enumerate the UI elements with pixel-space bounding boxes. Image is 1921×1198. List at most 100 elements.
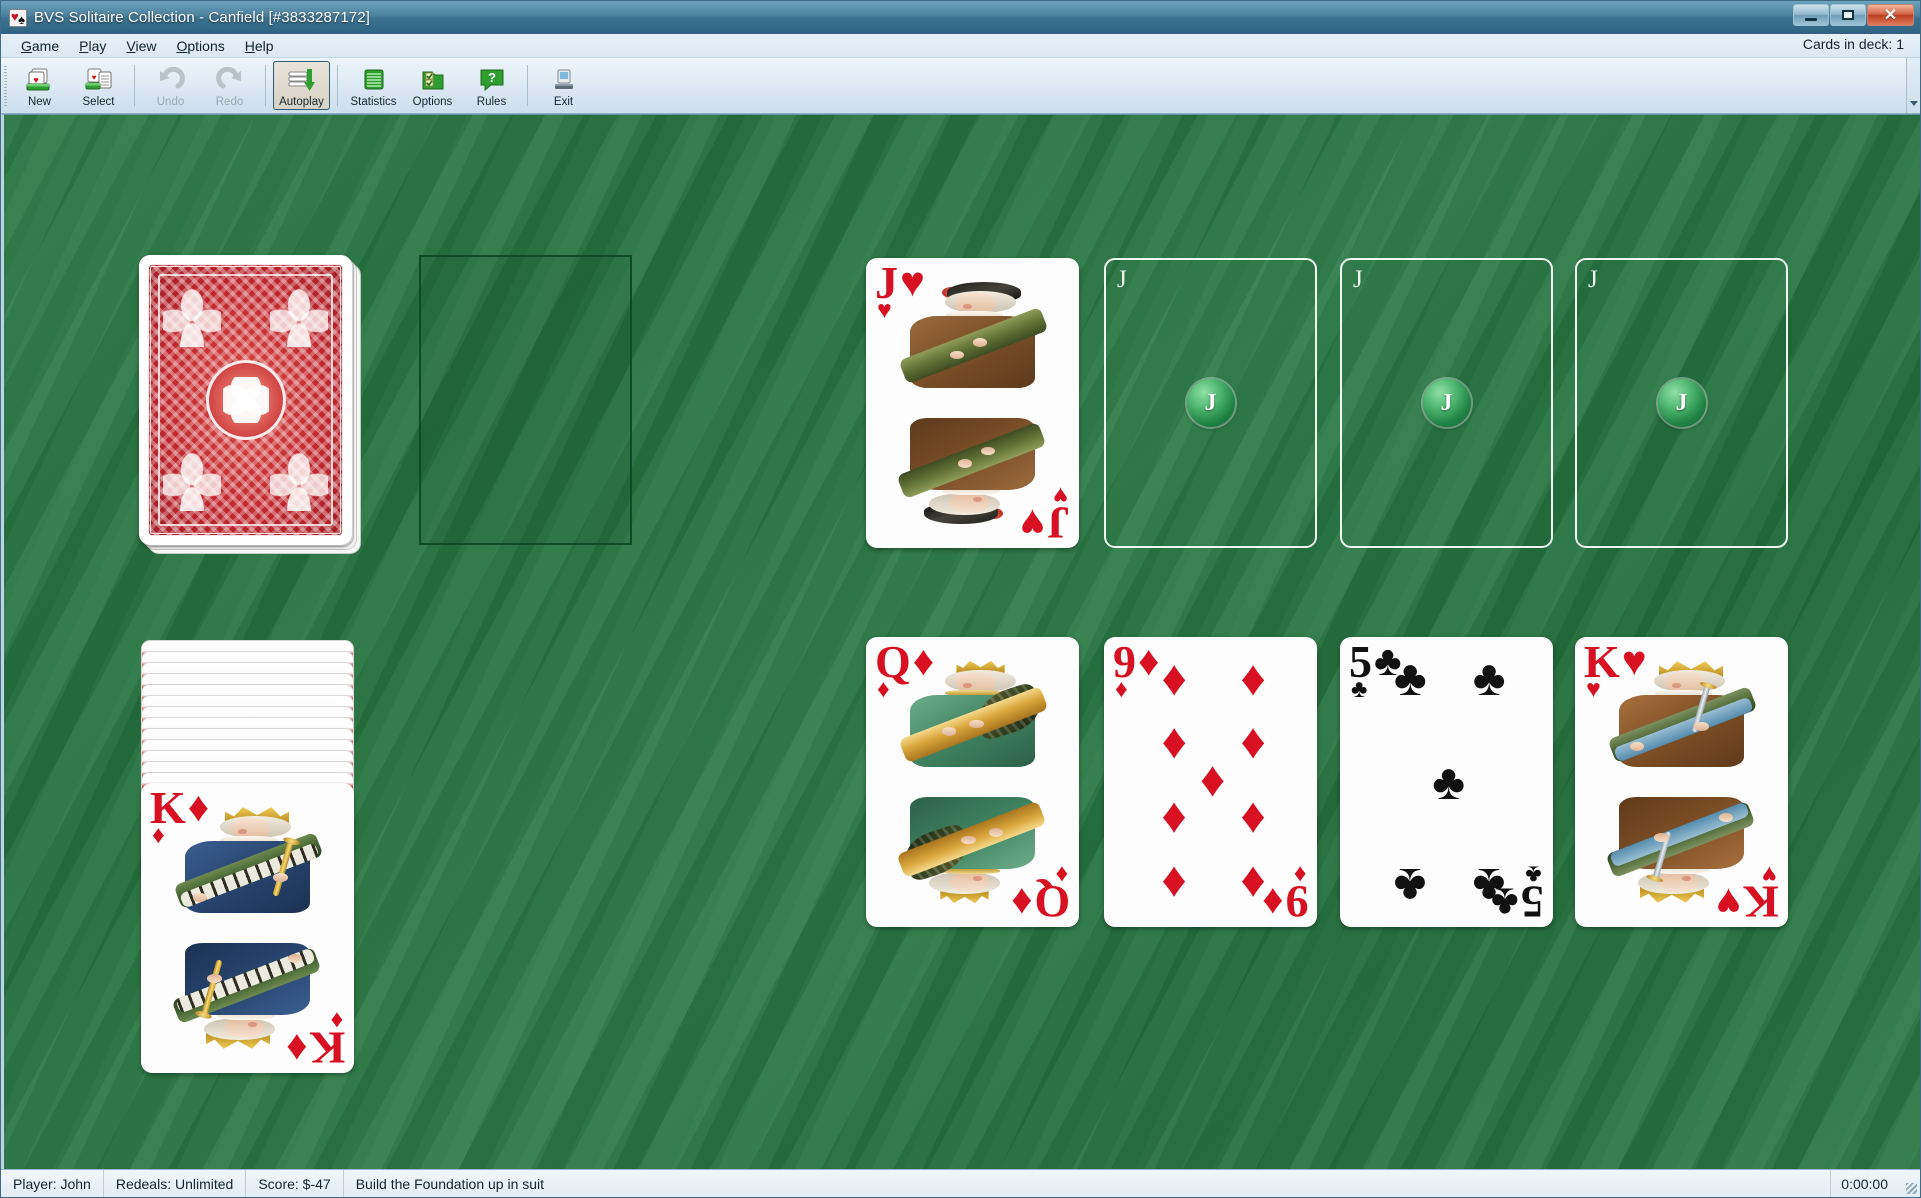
card-back-leaf-tr	[270, 289, 328, 347]
hand-left	[192, 893, 208, 902]
svg-text:♥: ♥	[91, 73, 96, 82]
foundation-pile-2[interactable]: J J	[1104, 258, 1317, 548]
tableau-pile-1[interactable]: Q ♦ ♦ Q ♦ ♦	[866, 637, 1079, 927]
close-button[interactable]: ✕	[1867, 4, 1914, 26]
statistics-button[interactable]: Statistics	[345, 61, 402, 110]
undo-button: Undo	[142, 61, 199, 110]
status-timer: 0:00:00	[1830, 1170, 1902, 1197]
card-corner-bottom-right: 5 ♣ ♣	[1491, 861, 1544, 927]
clubs-suit-icon-small-mirror: ♣	[1525, 861, 1542, 889]
desktop-background: ♥ ♠ BVS Solitaire Collection - Canfield […	[0, 0, 1921, 1198]
new-button[interactable]: ♥ New	[11, 61, 68, 110]
toolbar-overflow-button[interactable]	[1906, 58, 1920, 113]
card-corner-bottom-right: K ♥ ♥	[1716, 861, 1779, 927]
maximize-button[interactable]	[1830, 4, 1866, 26]
diamond-pip: ♦	[1161, 855, 1188, 912]
hand-left-mirror	[988, 828, 1004, 837]
diamond-pip: ♦	[1161, 713, 1188, 770]
reserve-top-card[interactable]: K ♦ ♦ K ♦ ♦	[141, 783, 354, 1073]
status-bar: Player: John Redeals: Unlimited Score: $…	[1, 1169, 1920, 1197]
cheek-mirror	[1681, 875, 1692, 881]
select-game-icon: ♥	[84, 67, 114, 93]
menu-item-game[interactable]: Game	[11, 36, 69, 56]
court-half-top	[167, 803, 328, 928]
select-button[interactable]: ♥ Select	[70, 61, 127, 110]
application-window: ♥ ♠ BVS Solitaire Collection - Canfield […	[0, 0, 1921, 1198]
hearts-suit-icon-mirror: ♥	[1716, 880, 1742, 927]
tableau-pile-3[interactable]: 5 ♣ ♣ ♣ ♣ ♣ ♣ ♣ 5 ♣ ♣	[1340, 637, 1553, 927]
title-bar[interactable]: ♥ ♠ BVS Solitaire Collection - Canfield […	[1, 1, 1920, 34]
card-back-medallion	[205, 360, 286, 440]
window-title: BVS Solitaire Collection - Canfield [#38…	[34, 9, 370, 26]
resize-grip[interactable]	[1902, 1170, 1920, 1197]
king-diamonds-figure	[167, 803, 328, 928]
diamonds-suit-icon-small: ♦	[152, 821, 165, 849]
menu-item-help[interactable]: Help	[235, 36, 284, 56]
club-pip: ♣	[1393, 649, 1427, 706]
diamonds-suit-icon-small-mirror: ♦	[1293, 861, 1306, 889]
card-rank-mirror: J	[1047, 498, 1070, 548]
tableau-pile-2[interactable]: 9 ♦ ♦ ♦ ♦ ♦ ♦ ♦ ♦ ♦ ♦ ♦ 9 ♦ ♦	[1104, 637, 1317, 927]
rules-button-label: Rules	[476, 95, 507, 108]
toolbar: ♥ New ♥ Select Undo Redo Autoplay Statis…	[1, 58, 1920, 114]
foundation-rank-hint-4: J	[1588, 266, 1598, 293]
redo-button-label: Redo	[215, 95, 244, 108]
exit-button[interactable]: Exit	[535, 61, 592, 110]
card-rank-mirror: 9	[1285, 877, 1308, 927]
foundation-pile-1[interactable]: J ♥ ♥ J ♥ ♥	[866, 258, 1079, 548]
card-rank-mirror: K	[309, 1023, 345, 1073]
window-controls: ✕	[1793, 4, 1914, 26]
svg-text:?: ?	[488, 70, 496, 85]
diamond-pip: ♦	[1161, 791, 1188, 848]
status-hint: Build the Foundation up in suit	[355, 1175, 545, 1192]
diamond-pip: ♦	[1240, 713, 1266, 770]
menu-item-play[interactable]: Play	[69, 36, 116, 56]
hand-left-mirror	[1718, 813, 1734, 822]
queen-diamonds-figure	[892, 657, 1053, 782]
menu-item-options[interactable]: Options	[166, 36, 234, 56]
tableau-pile-4[interactable]: K ♥ ♥ K ♥ ♥	[1575, 637, 1788, 927]
options-button-label: Options	[412, 95, 453, 108]
foundation-pile-4[interactable]: J J	[1575, 258, 1788, 548]
hand-right	[273, 873, 288, 882]
diamond-pip-center: ♦	[1199, 751, 1226, 808]
diamonds-suit-icon-small: ♦	[877, 675, 890, 703]
foundation-pile-3[interactable]: J J	[1340, 258, 1553, 548]
status-player: Player: John	[1, 1170, 104, 1197]
rules-icon: ?	[477, 67, 507, 93]
card-rank-mirror: Q	[1034, 877, 1070, 927]
app-icon: ♥ ♠	[9, 8, 27, 27]
diamond-pip: ♦	[1240, 791, 1266, 848]
hearts-suit-icon-small: ♥	[877, 296, 892, 324]
toolbar-separator-2	[265, 65, 266, 106]
hand-right	[972, 338, 987, 347]
toolbar-grip[interactable]	[1, 58, 10, 113]
exit-button-label: Exit	[553, 95, 574, 108]
game-table[interactable]: J ♥ ♥ J ♥ ♥ J J J J J J K ♦ ♦ K ♦ ♦ Q ♦ …	[1, 114, 1920, 1169]
king-hearts-figure	[1601, 657, 1762, 782]
hearts-suit-icon-small: ♥	[1586, 675, 1601, 703]
hearts-suit-icon-mirror: ♥	[1020, 501, 1045, 548]
diamonds-suit-icon-mirror: ♦	[285, 1026, 308, 1073]
waste-pile[interactable]	[419, 255, 632, 545]
diamonds-suit-icon-small-mirror: ♦	[1055, 861, 1068, 889]
diamonds-suit-icon-small-mirror: ♦	[330, 1007, 343, 1035]
statistics-button-label: Statistics	[350, 95, 397, 108]
menu-item-view[interactable]: View	[116, 36, 166, 56]
rules-button[interactable]: ? Rules	[463, 61, 520, 110]
redo-icon	[215, 66, 245, 93]
stock-top-card-back[interactable]	[139, 255, 352, 545]
menu-bar: Game Play View Options Help Cards in dec…	[1, 34, 1920, 58]
minimize-button[interactable]	[1793, 4, 1829, 26]
autoplay-button[interactable]: Autoplay	[273, 61, 330, 110]
foundation-rank-hint-3: J	[1353, 266, 1363, 293]
card-back-leaf-tl	[163, 289, 221, 347]
options-button[interactable]: Options	[404, 61, 461, 110]
hand-right	[1694, 722, 1709, 731]
toolbar-separator-1	[134, 65, 135, 106]
card-corner-bottom-right: K ♦ ♦	[285, 1007, 345, 1073]
status-score: Score: $-47	[246, 1170, 344, 1197]
options-icon	[418, 67, 448, 93]
diamond-pip: ♦	[1240, 649, 1266, 706]
autoplay-icon	[287, 67, 317, 93]
